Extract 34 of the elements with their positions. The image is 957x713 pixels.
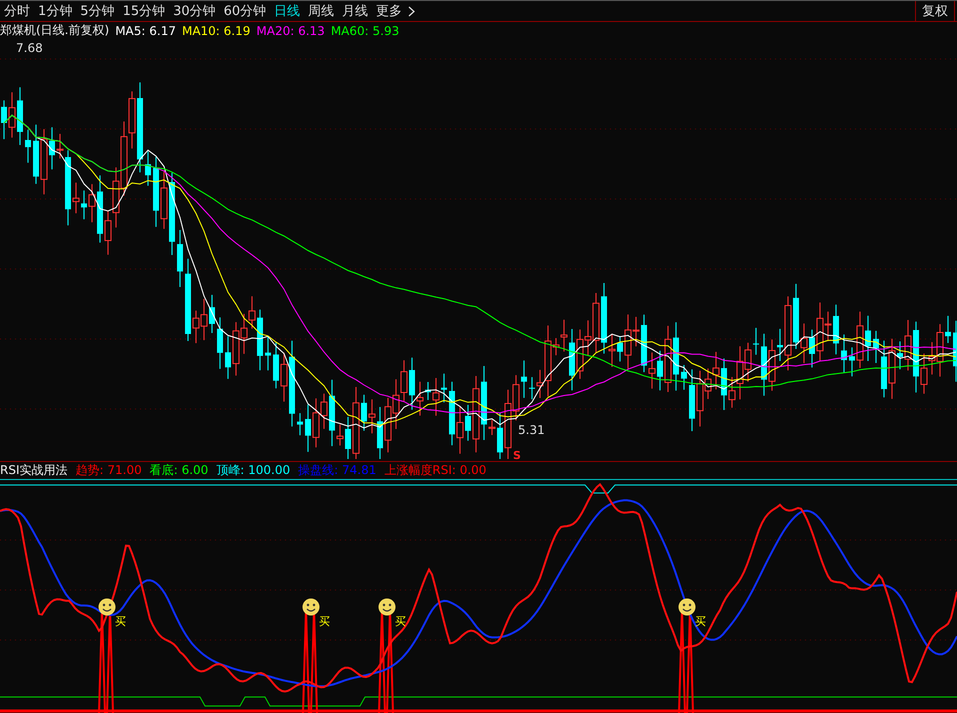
period-tab[interactable]: 60分钟 bbox=[220, 2, 270, 20]
period-tab[interactable]: 1分钟 bbox=[34, 2, 76, 20]
adjust-button[interactable]: 复权 bbox=[915, 0, 955, 22]
smiley-icon bbox=[378, 598, 396, 616]
period-tab[interactable]: 5分钟 bbox=[76, 2, 119, 20]
signal-mark: S bbox=[513, 449, 521, 462]
buy-signal-label: 买 bbox=[115, 614, 126, 629]
buy-signal-label: 买 bbox=[395, 614, 406, 629]
period-tab[interactable]: 分时 bbox=[0, 2, 34, 20]
indicator-value: 趋势: 71.00 bbox=[76, 462, 142, 479]
smiley-icon bbox=[678, 598, 696, 616]
chevron-icon[interactable] bbox=[408, 6, 416, 16]
indicator-value: 操盘线: 74.81 bbox=[298, 462, 376, 479]
indicator-value: MA5: 6.17 bbox=[115, 24, 176, 38]
period-tab[interactable]: 周线 bbox=[304, 2, 338, 20]
indicator-value: 顶峰: 100.00 bbox=[216, 462, 290, 479]
buy-signal-label: 买 bbox=[695, 614, 706, 629]
indicator-value: MA10: 6.19 bbox=[182, 24, 250, 38]
buy-signal-label: 买 bbox=[319, 614, 330, 629]
period-tab[interactable]: 日线 bbox=[270, 2, 304, 20]
indicator-value: MA20: 6.13 bbox=[256, 24, 325, 38]
indicator-title: RSI实战用法 bbox=[0, 462, 68, 479]
period-tab[interactable]: 月线 bbox=[338, 2, 372, 20]
indicator-value: MA60: 5.93 bbox=[330, 24, 400, 38]
period-tab[interactable]: 更多 bbox=[372, 2, 406, 20]
period-tab[interactable]: 15分钟 bbox=[118, 2, 170, 20]
smiley-icon bbox=[302, 598, 320, 616]
high-price-label: 7.68 bbox=[16, 41, 43, 55]
smiley-icon bbox=[98, 598, 116, 616]
indicator-value: 看底: 6.00 bbox=[150, 462, 208, 479]
period-tab[interactable]: 30分钟 bbox=[169, 2, 220, 20]
indicator-value: 上涨幅度RSI: 0.00 bbox=[384, 462, 486, 479]
low-price-label: 5.31 bbox=[518, 423, 545, 437]
chart-title: 郑煤机(日线.前复权) bbox=[0, 22, 110, 39]
